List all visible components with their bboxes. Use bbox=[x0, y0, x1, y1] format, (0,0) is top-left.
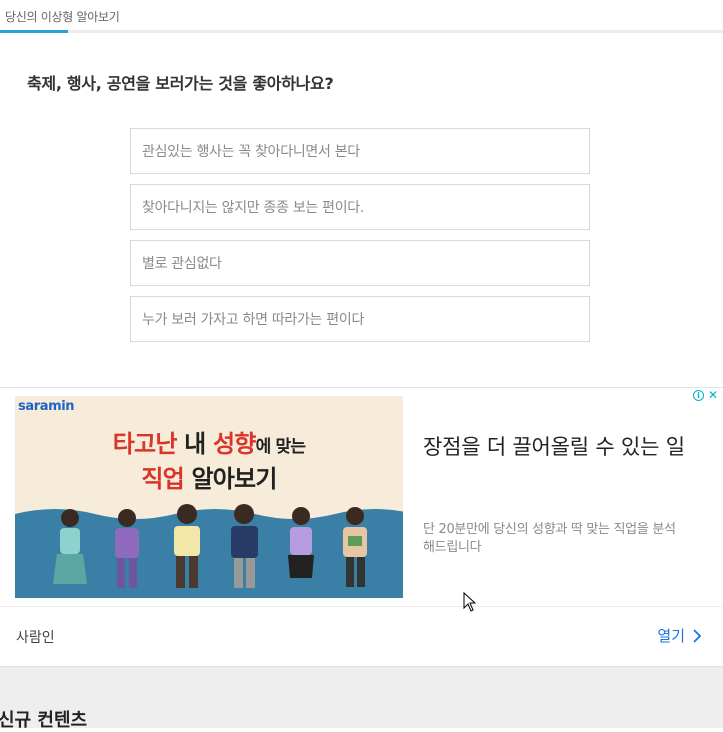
ad-advertiser: 사람인 bbox=[16, 630, 55, 646]
ad-headline[interactable]: 장점을 더 끌어올릴 수 있는 일 bbox=[423, 432, 713, 462]
open-label: 열기 bbox=[657, 627, 685, 645]
ad-image-subtitle: 직업 알아보기 bbox=[141, 465, 277, 493]
question-title: 축제, 행사, 공연을 보러가는 것을 좋아하나요? bbox=[27, 74, 334, 93]
tab-ideal-type[interactable]: 당신의 이상형 알아보기 bbox=[0, 0, 120, 33]
answer-option-4[interactable]: 누가 보러 가자고 하면 따라가는 편이다 bbox=[130, 296, 590, 342]
mouse-cursor-icon bbox=[463, 592, 477, 612]
ad-image-title: 타고난 내 성향에 맞는 bbox=[112, 430, 306, 458]
ad-image[interactable]: saramin 타고난 내 성향에 맞는 직업 알아보기 bbox=[15, 396, 403, 598]
ad-banner: i ✕ saramin 타고난 내 성향에 맞는 직업 알아보기 장점을 더 끌… bbox=[0, 387, 723, 667]
chevron-right-icon bbox=[693, 628, 701, 643]
tab-bar: 당신의 이상형 알아보기 bbox=[0, 0, 723, 33]
saramin-logo: saramin bbox=[18, 399, 75, 414]
ad-choices: i ✕ bbox=[693, 389, 719, 401]
answer-option-2[interactable]: 찾아다니지는 않지만 종종 보는 편이다. bbox=[130, 184, 590, 230]
answer-options: 관심있는 행사는 꼭 찾아다니면서 본다 찾아다니지는 않지만 종종 보는 편이… bbox=[130, 128, 590, 352]
open-button[interactable]: 열기 bbox=[657, 625, 701, 646]
close-icon[interactable]: ✕ bbox=[708, 389, 719, 401]
answer-option-3[interactable]: 별로 관심없다 bbox=[130, 240, 590, 286]
ad-description: 단 20분만에 당신의 성향과 딱 맞는 직업을 분석해드립니다 bbox=[423, 522, 676, 555]
tab-label: 당신의 이상형 알아보기 bbox=[5, 10, 120, 24]
info-icon[interactable]: i bbox=[693, 390, 704, 401]
answer-option-1[interactable]: 관심있는 행사는 꼭 찾아다니면서 본다 bbox=[130, 128, 590, 174]
section-title: 신규 컨텐츠 bbox=[0, 710, 88, 731]
ad-footer: 사람인 열기 bbox=[0, 606, 723, 666]
new-content-section: 신규 컨텐츠 bbox=[0, 667, 723, 731]
